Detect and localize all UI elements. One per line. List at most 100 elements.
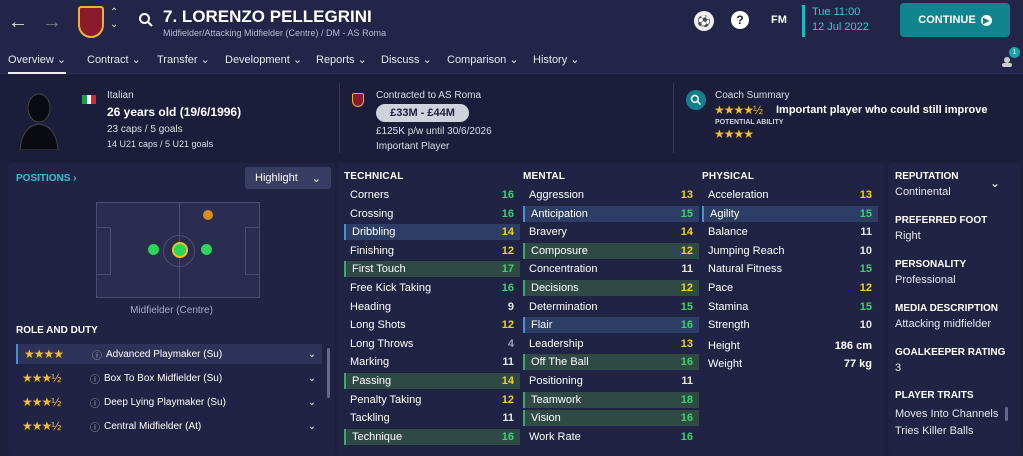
attribute-row[interactable]: Heading 9: [344, 299, 520, 315]
club-crest-icon[interactable]: [78, 6, 104, 38]
attribute-row[interactable]: Positioning 11: [523, 373, 699, 389]
back-arrow-icon[interactable]: ←: [6, 10, 30, 34]
attribute-row[interactable]: Corners 16: [344, 187, 520, 203]
tab-discuss[interactable]: Discuss ⌄: [381, 53, 432, 66]
tab-contract[interactable]: Contract ⌄: [87, 53, 141, 66]
attribute-value: 11: [681, 263, 693, 276]
role-row[interactable]: ★★★½ ⓘ Central Midfielder (At) ⌄: [16, 416, 322, 436]
attribute-value: 14: [501, 226, 514, 239]
attribute-row[interactable]: First Touch 17: [344, 261, 520, 278]
attribute-row[interactable]: Bravery 14: [523, 224, 699, 240]
attribute-row[interactable]: Determination 15: [523, 299, 699, 315]
weight-value: 77 kg: [843, 358, 872, 370]
attribute-value: 16: [501, 430, 514, 443]
attribute-row[interactable]: Jumping Reach 10: [702, 243, 878, 259]
attribute-value: 12: [680, 244, 693, 257]
attribute-row[interactable]: Penalty Taking 12: [344, 392, 520, 408]
chevron-down-icon[interactable]: ⌄: [308, 397, 316, 408]
attribute-row[interactable]: Stamina 15: [702, 299, 878, 315]
attribute-row[interactable]: Anticipation 15: [523, 205, 699, 222]
attribute-row[interactable]: Vision 16: [523, 410, 699, 427]
chevron-down-icon: ⌄: [311, 172, 321, 185]
tab-history[interactable]: History ⌄: [533, 53, 580, 66]
attribute-value: 14: [501, 375, 514, 387]
personality-label: PERSONALITY: [895, 259, 967, 270]
help-icon[interactable]: ?: [731, 11, 749, 29]
contract-wage: £125K p/w until 30/6/2026: [376, 126, 492, 137]
transfer-value-badge[interactable]: £33M - £44M: [376, 104, 469, 122]
attribute-value: 13: [859, 189, 872, 201]
attribute-row[interactable]: Balance 11: [702, 224, 878, 240]
traits-scrollbar[interactable]: [1005, 407, 1008, 421]
attribute-row[interactable]: Work Rate 16: [523, 429, 699, 445]
attribute-name: Balance: [708, 226, 748, 239]
page-subtitle: Midfielder/Attacking Midfielder (Centre)…: [163, 28, 387, 38]
chevron-down-icon[interactable]: ⌄: [308, 421, 316, 432]
role-row[interactable]: ★★★★ ⓘ Advanced Playmaker (Su) ⌄: [16, 344, 322, 364]
attribute-row[interactable]: Flair 16: [523, 317, 699, 334]
attribute-name: Pace: [708, 282, 734, 294]
continue-button[interactable]: CONTINUE ▶: [900, 3, 1010, 37]
attribute-row[interactable]: Strength 10: [702, 317, 878, 333]
goalkeeper-rating-label: GOALKEEPER RATING: [895, 347, 1006, 358]
attribute-row[interactable]: Natural Fitness 15: [702, 261, 878, 277]
tab-transfer[interactable]: Transfer ⌄: [157, 53, 210, 66]
attribute-value: 14: [680, 226, 693, 239]
squad-notification-icon[interactable]: 1: [998, 47, 1020, 69]
attribute-value: 16: [680, 356, 693, 369]
attribute-value: 9: [507, 300, 514, 313]
attribute-name: Strength: [708, 319, 750, 332]
attribute-row[interactable]: Free Kick Taking 16: [344, 280, 520, 296]
attribute-row[interactable]: Long Shots 12: [344, 317, 520, 333]
attribute-row[interactable]: Marking 11: [344, 354, 520, 370]
highlight-dropdown[interactable]: Highlight ⌄: [245, 167, 331, 189]
attribute-row[interactable]: Dribbling 14: [344, 224, 520, 241]
attribute-value: 16: [680, 319, 693, 332]
chevron-down-icon[interactable]: ⌄: [308, 373, 316, 384]
attribute-row[interactable]: Tackling 11: [344, 410, 520, 426]
positions-title[interactable]: POSITIONS ›: [16, 173, 77, 184]
role-row[interactable]: ★★★½ ⓘ Box To Box Midfielder (Su) ⌄: [16, 368, 322, 388]
potential-ability-label: POTENTIAL ABILITY: [715, 119, 784, 126]
chevron-down-icon[interactable]: ⌄: [990, 176, 1000, 190]
fm-menu-button[interactable]: FM: [771, 14, 787, 26]
role-scrollbar[interactable]: [327, 348, 330, 398]
top-bar: ← → ⌃ ⌄ 7. LORENZO PELLEGRINI Midfielder/…: [0, 0, 1023, 46]
attribute-row[interactable]: Leadership 13: [523, 336, 699, 352]
attribute-row[interactable]: Acceleration 13: [702, 187, 878, 203]
attribute-row[interactable]: Off The Ball 16: [523, 354, 699, 371]
tab-reports[interactable]: Reports ⌄: [316, 53, 367, 66]
contract-title: Contracted to AS Roma: [376, 90, 482, 101]
attribute-row[interactable]: Composure 12: [523, 242, 699, 259]
forward-arrow-icon[interactable]: →: [40, 10, 64, 34]
coach-search-icon[interactable]: [686, 90, 706, 110]
attribute-row[interactable]: Decisions 12: [523, 280, 699, 296]
attribute-row[interactable]: Aggression 13: [523, 187, 699, 203]
attribute-row[interactable]: Crossing 16: [344, 206, 520, 222]
tab-overview[interactable]: Overview ⌄: [8, 53, 67, 74]
tab-comparison[interactable]: Comparison ⌄: [447, 53, 519, 66]
attribute-row[interactable]: Teamwork 18: [523, 391, 699, 408]
continue-label: CONTINUE: [918, 14, 976, 26]
attribute-row[interactable]: Long Throws 4: [344, 336, 520, 352]
reputation-value: Continental: [895, 186, 951, 198]
weight-label: Weight: [708, 358, 743, 370]
attribute-row[interactable]: Pace 12: [702, 280, 878, 296]
attribute-name: Long Shots: [350, 319, 406, 332]
attribute-row[interactable]: Technique 16: [344, 428, 520, 445]
position-dot-mcl: [148, 244, 159, 255]
attribute-row[interactable]: Concentration 11: [523, 261, 699, 277]
tab-development[interactable]: Development ⌄: [225, 53, 302, 66]
attribute-row[interactable]: Passing 14: [344, 373, 520, 389]
role-row[interactable]: ★★★½ ⓘ Deep Lying Playmaker (Su) ⌄: [16, 392, 322, 412]
attribute-row[interactable]: Agility 15: [702, 205, 878, 222]
attribute-value: 13: [680, 337, 693, 350]
player-switch-icon[interactable]: ⌃ ⌄: [110, 7, 118, 31]
ball-icon[interactable]: ⚽: [694, 11, 714, 31]
search-icon[interactable]: [136, 10, 156, 30]
date-divider: [802, 5, 805, 37]
chevron-down-icon[interactable]: ⌄: [308, 349, 316, 360]
attribute-value: 12: [859, 282, 872, 294]
attribute-row[interactable]: Finishing 12: [344, 243, 520, 259]
attribute-name: Heading: [350, 300, 391, 313]
